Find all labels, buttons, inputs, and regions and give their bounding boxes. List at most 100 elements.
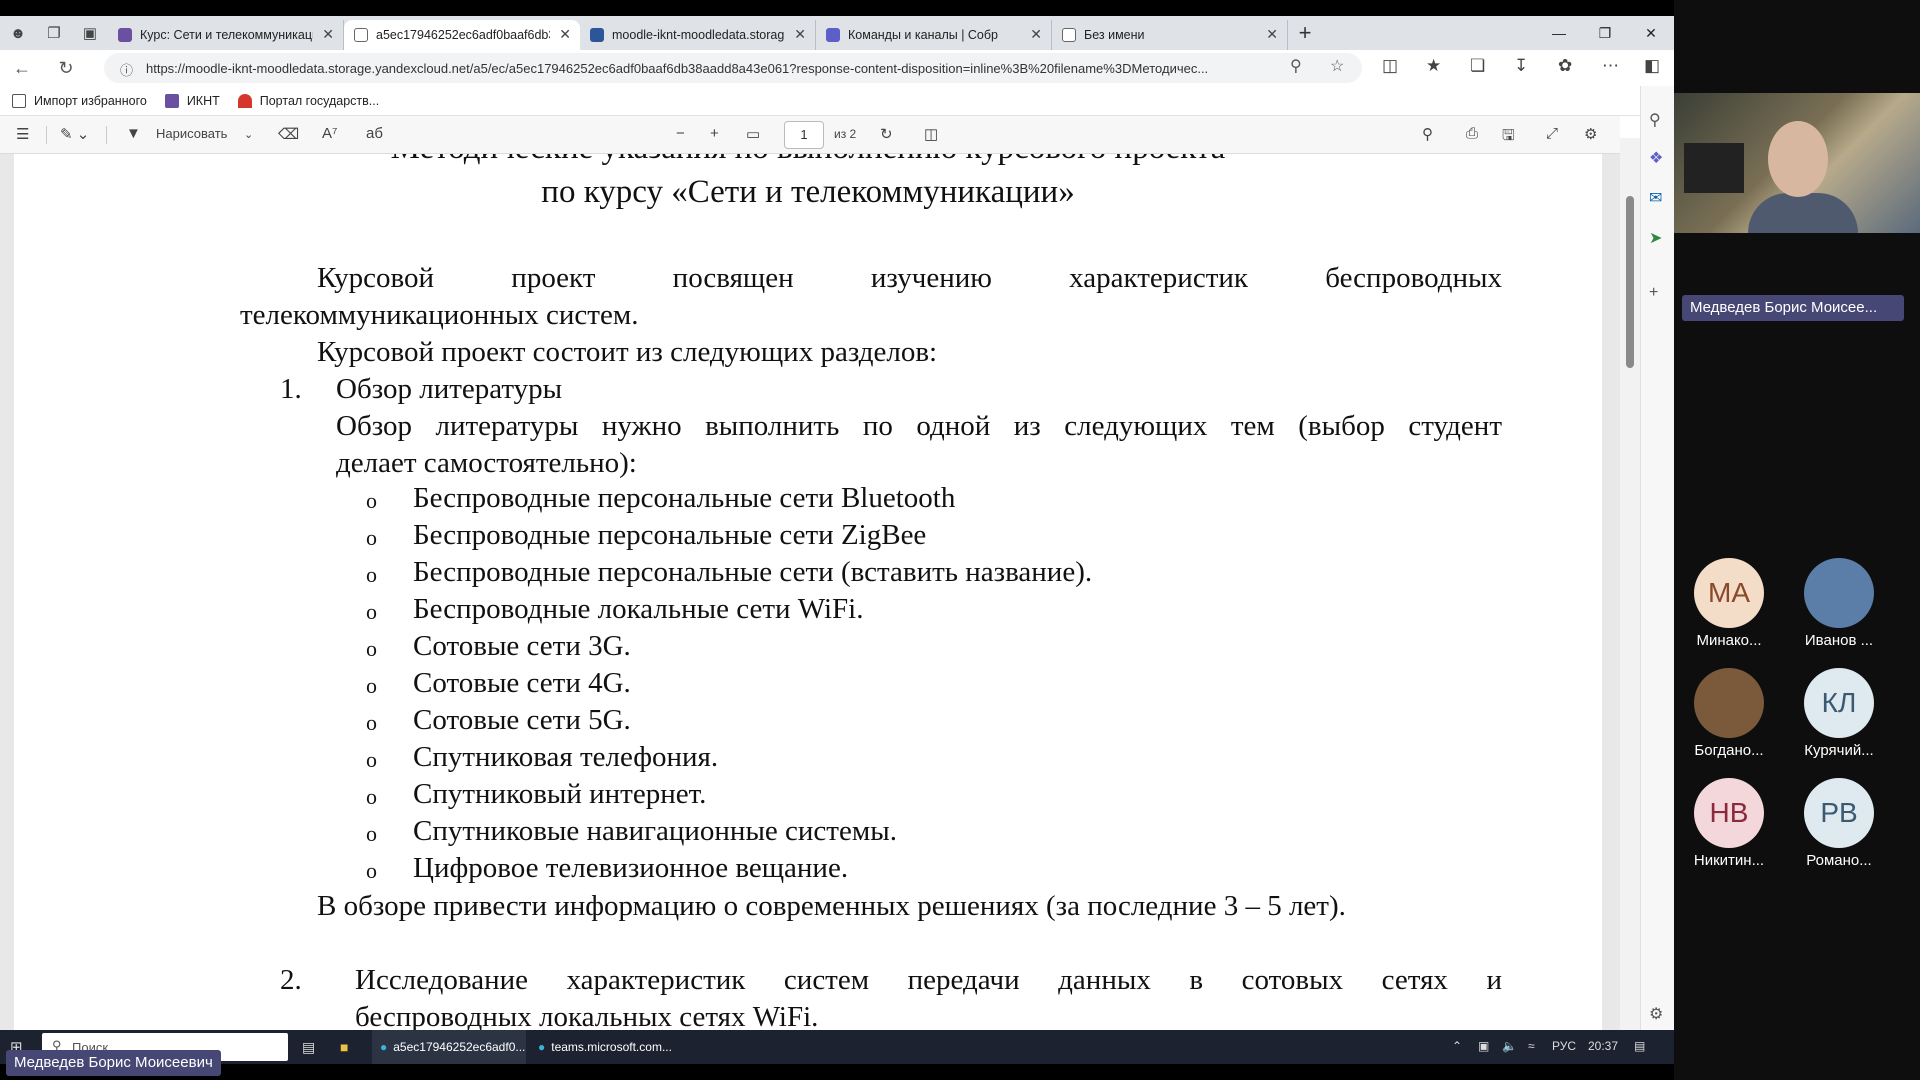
taskbar-app-edge[interactable]: ● a5ec17946252ec6adf0... — [372, 1030, 526, 1064]
bookmark-gosuslugi[interactable]: Портал государств... — [237, 93, 379, 108]
notifications-icon[interactable]: ▤ — [1634, 1039, 1645, 1053]
read-aloud-icon[interactable]: A⁷ — [322, 125, 337, 142]
bullet-marker: o — [366, 821, 377, 846]
task-view-icon[interactable]: ▤ — [302, 1039, 315, 1056]
document-title-line1: Методические указания по выполнению курс… — [14, 154, 1602, 167]
contents-icon[interactable]: ☰ — [16, 125, 29, 143]
address-bar[interactable]: ⓘ https://moodle-iknt-moodledata.storage… — [104, 53, 1362, 83]
participant-avatar[interactable] — [1804, 558, 1874, 628]
participant-avatar[interactable]: НВ — [1694, 778, 1764, 848]
translate-icon[interactable]: аб — [366, 125, 383, 142]
tab-label: a5ec17946252ec6adf0baaf6db38 — [376, 28, 550, 42]
close-icon[interactable]: ✕ — [794, 26, 806, 43]
print-icon[interactable]: ⎙ — [1466, 125, 1478, 142]
workspaces-icon[interactable]: ❐ — [36, 16, 72, 50]
tab-untitled[interactable]: Без имени ✕ — [1052, 20, 1288, 50]
zoom-in-icon[interactable]: + — [710, 125, 719, 142]
close-icon[interactable]: ✕ — [559, 26, 571, 43]
new-tab-button[interactable]: + — [1288, 16, 1322, 50]
window-close-icon[interactable]: ✕ — [1628, 16, 1674, 50]
close-icon[interactable]: ✕ — [322, 26, 334, 43]
pdf-scrollbar[interactable] — [1620, 138, 1640, 1036]
settings-icon[interactable]: ⚙ — [1584, 125, 1597, 143]
scrollbar-thumb[interactable] — [1626, 196, 1634, 368]
favorite-star-icon[interactable]: ☆ — [1330, 56, 1344, 76]
profile-icon[interactable]: ☻ — [0, 16, 36, 50]
volume-icon[interactable]: 🔈 — [1502, 1039, 1517, 1053]
restore-icon[interactable]: ❐ — [1582, 16, 1628, 50]
speaker-video[interactable] — [1674, 93, 1920, 233]
favorites-icon[interactable]: ★ — [1426, 56, 1441, 76]
split-screen-icon[interactable]: ◫ — [1382, 56, 1398, 76]
minimize-icon[interactable]: — — [1536, 16, 1582, 50]
page-icon — [1062, 28, 1076, 42]
search-icon[interactable]: ⚲ — [1649, 110, 1661, 130]
zoom-icon[interactable]: ⚲ — [1290, 56, 1302, 76]
extensions-icon[interactable]: ✿ — [1558, 56, 1572, 76]
pdf-viewer[interactable]: Методические указания по выполнению курс… — [0, 154, 1620, 1036]
clock[interactable]: 20:37 — [1588, 1039, 1618, 1053]
collections-icon[interactable]: ❏ — [1470, 56, 1485, 76]
tab-bar: ☻ ❐ ▣ Курс: Сети и телекоммуникаци ✕ a5e… — [0, 16, 1674, 50]
participant-name: Иванов ... — [1804, 632, 1874, 649]
eraser-icon[interactable]: ⌫ — [278, 125, 299, 143]
download-icon[interactable]: ↧ — [1514, 56, 1528, 76]
section-footer: В обзоре привести информацию о современн… — [317, 890, 1346, 922]
wifi-icon[interactable]: ≈ — [1528, 1039, 1535, 1053]
more-icon[interactable]: ⋯ — [1602, 56, 1619, 76]
close-icon[interactable]: ✕ — [1266, 26, 1278, 43]
participant-name: Романо... — [1806, 852, 1872, 869]
participant-avatar[interactable]: КЛ — [1804, 668, 1874, 738]
section-number: 1. — [280, 373, 302, 405]
save-icon[interactable]: 🖫 — [1502, 125, 1515, 150]
tab-storage[interactable]: moodle-iknt-moodledata.storag ✕ — [580, 20, 816, 50]
tab-actions-icon[interactable]: ▣ — [72, 16, 108, 50]
zoom-out-icon[interactable]: − — [676, 125, 685, 142]
close-icon[interactable]: ✕ — [1030, 26, 1042, 43]
tab-teams[interactable]: Команды и каналы | Собр ✕ — [816, 20, 1052, 50]
participant-avatar[interactable]: МА — [1694, 558, 1764, 628]
draw-icon[interactable]: ▼ — [126, 125, 141, 142]
send-icon[interactable]: ➤ — [1649, 228, 1662, 248]
add-icon[interactable]: + — [1649, 284, 1658, 302]
page-number-input[interactable]: 1 — [784, 121, 824, 149]
outlook-icon[interactable]: ✉ — [1649, 188, 1662, 208]
url-text: https://moodle-iknt-moodledata.storage.y… — [146, 60, 1209, 76]
fullscreen-icon[interactable]: ⤢ — [1546, 125, 1558, 142]
search-icon[interactable]: ⚲ — [1422, 125, 1433, 143]
chevron-down-icon[interactable]: ⌄ — [244, 128, 253, 141]
bookmark-iknt[interactable]: ИКНТ — [164, 93, 220, 108]
language-indicator[interactable]: РУС — [1552, 1039, 1576, 1053]
bullet-marker: o — [366, 488, 377, 513]
reload-icon[interactable]: ↻ — [44, 50, 88, 86]
settings-icon[interactable]: ⚙ — [1649, 1004, 1663, 1024]
topic-item: Беспроводные локальные сети WiFi. — [413, 593, 864, 625]
tab-label: Без имени — [1084, 28, 1145, 42]
copilot-icon[interactable]: ❖ — [1649, 148, 1663, 168]
bullet-marker: o — [366, 710, 377, 735]
divider — [106, 126, 107, 144]
pdf-toolbar: ☰ ✎ ⌄ ▼ Нарисовать ⌄ ⌫ A⁷ аб − + ▭ 1 из … — [0, 116, 1620, 154]
participant-avatar[interactable]: РВ — [1804, 778, 1874, 848]
fit-page-icon[interactable]: ▭ — [746, 125, 760, 143]
file-explorer-icon[interactable]: ■ — [340, 1039, 348, 1055]
tab-pdf[interactable]: a5ec17946252ec6adf0baaf6db38 ✕ — [344, 20, 580, 50]
sections-intro: Курсовой проект состоит из следующих раз… — [317, 336, 938, 368]
back-icon[interactable]: ← — [0, 50, 44, 86]
topic-item: Сотовые сети 3G. — [413, 630, 631, 662]
draw-button[interactable]: Нарисовать — [156, 126, 227, 141]
rotate-icon[interactable]: ↻ — [880, 125, 893, 143]
sidebar-toggle-icon[interactable]: ◧ — [1644, 56, 1660, 76]
chevron-up-icon[interactable]: ⌃ — [1452, 1039, 1462, 1053]
highlight-icon[interactable]: ✎ ⌄ — [60, 125, 89, 143]
site-info-icon[interactable]: ⓘ — [120, 60, 133, 79]
topic-item: Беспроводные персональные сети Bluetooth — [413, 482, 956, 514]
speaker-body — [1748, 193, 1858, 233]
tab-course[interactable]: Курс: Сети и телекоммуникаци ✕ — [108, 20, 344, 50]
participant-avatar[interactable] — [1694, 668, 1764, 738]
taskbar-app-teams[interactable]: ● teams.microsoft.com... — [530, 1030, 684, 1064]
page-view-icon[interactable]: ◫ — [924, 125, 938, 143]
bookmark-import[interactable]: Импорт избранного — [12, 93, 147, 108]
taskbar: ⊞ ⚲ Поиск ▤ ■ ● a5ec17946252ec6adf0... ●… — [0, 1030, 1674, 1064]
network-icon[interactable]: ▣ — [1478, 1039, 1489, 1053]
